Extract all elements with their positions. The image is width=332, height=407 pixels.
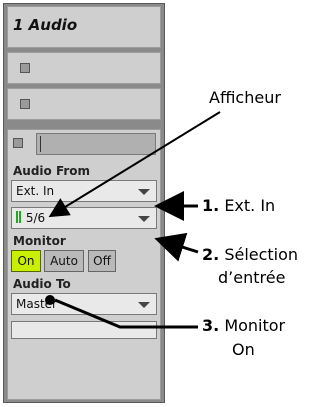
callout-2-number: 2. bbox=[202, 245, 220, 264]
audio-from-channel-dropdown[interactable]: 5/6 bbox=[11, 207, 157, 229]
audio-to-sub-box[interactable] bbox=[11, 321, 157, 339]
clip-stop-button-2[interactable] bbox=[20, 99, 30, 109]
callout-1-text: Ext. In bbox=[224, 196, 276, 215]
audio-to-value: Master bbox=[16, 297, 57, 311]
clip-slot-1[interactable] bbox=[7, 52, 161, 84]
io-section: Audio From Ext. In 5/6 Monitor On Auto O… bbox=[7, 129, 161, 400]
monitor-on-button[interactable]: On bbox=[11, 250, 41, 272]
track-display-box bbox=[36, 133, 156, 155]
audio-from-channel-value: 5/6 bbox=[25, 211, 46, 225]
monitor-label: Monitor bbox=[13, 234, 66, 248]
callout-3: 3. Monitor bbox=[202, 316, 285, 335]
callout-2: 2. Sélection bbox=[202, 245, 298, 264]
audio-to-label: Audio To bbox=[13, 277, 71, 291]
callout-3-number: 3. bbox=[202, 316, 220, 335]
callout-2-line bbox=[154, 232, 199, 262]
monitor-off-button[interactable]: Off bbox=[88, 250, 116, 272]
chevron-down-icon bbox=[138, 189, 150, 195]
monitor-auto-button[interactable]: Auto bbox=[44, 250, 84, 272]
chevron-down-icon bbox=[138, 302, 150, 308]
audio-from-source-value: Ext. In bbox=[16, 184, 55, 198]
clip-stop-button-3[interactable] bbox=[13, 138, 23, 148]
track-title[interactable]: 1 Audio bbox=[7, 6, 161, 48]
callout-1-number: 1. bbox=[202, 196, 220, 215]
callout-2-text-line1: Sélection bbox=[224, 245, 299, 264]
callout-afficheur: Afficheur bbox=[209, 88, 281, 107]
callout-3-text-line2: On bbox=[232, 340, 255, 359]
display-cursor bbox=[40, 136, 41, 152]
callout-3-text-line1: Monitor bbox=[224, 316, 286, 335]
input-meter-icon bbox=[16, 211, 22, 225]
audio-from-source-dropdown[interactable]: Ext. In bbox=[11, 180, 157, 202]
callout-1: 1. Ext. In bbox=[202, 196, 275, 215]
clip-stop-button-1[interactable] bbox=[20, 63, 30, 73]
audio-from-label: Audio From bbox=[13, 164, 91, 178]
clip-slot-2[interactable] bbox=[7, 88, 161, 120]
callout-2-text-line2: d’entrée bbox=[218, 268, 286, 287]
audio-to-dropdown[interactable]: Master bbox=[11, 293, 157, 315]
chevron-down-icon bbox=[138, 216, 150, 222]
